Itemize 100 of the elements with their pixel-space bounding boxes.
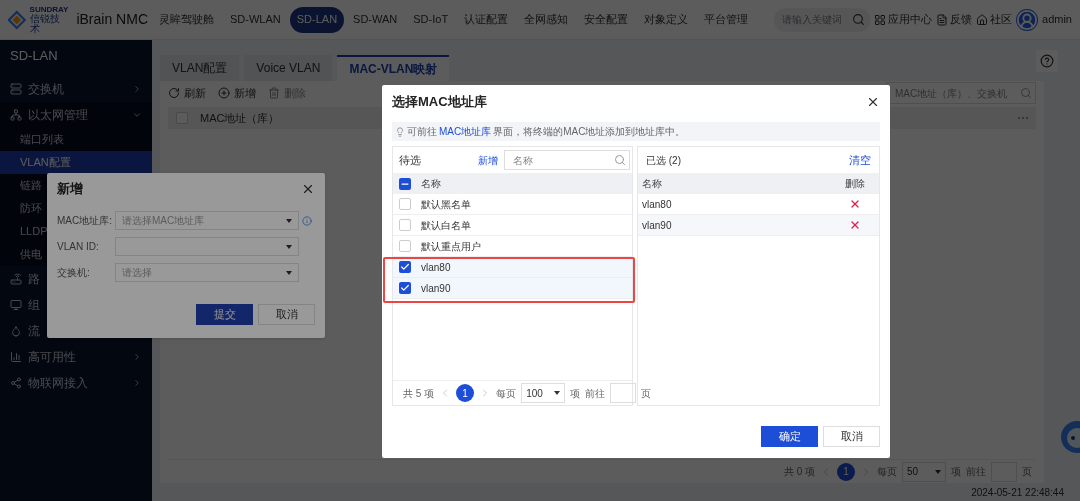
panel-title: 待选 (399, 152, 421, 168)
timestamp: 2024-05-21 22:48:44 (971, 485, 1064, 500)
mascot-icon[interactable] (1060, 420, 1080, 454)
table-row[interactable]: vlan80 (393, 257, 632, 278)
logo-icon (8, 9, 26, 30)
caret-icon (286, 218, 292, 223)
chevron-right-icon[interactable] (132, 377, 142, 388)
nav-tab[interactable]: 安全配置 (577, 6, 636, 33)
menu-icon (10, 324, 22, 337)
delete-icon[interactable] (849, 219, 861, 231)
brand-chinese-name: 信锐技术 (29, 13, 61, 34)
checkbox[interactable] (399, 282, 411, 294)
panel-title: 已选 (2) (646, 153, 681, 168)
avatar-icon[interactable] (1016, 8, 1039, 31)
dialog-title: 选择MAC地址库 (392, 92, 487, 111)
header-link[interactable]: 应用中心 (888, 11, 933, 28)
checkbox[interactable] (399, 219, 411, 231)
partial-checkbox[interactable] (399, 177, 411, 190)
toolbar-button[interactable]: 刷新 (184, 84, 206, 102)
row-name: 默认白名单 (421, 218, 471, 233)
page-number[interactable]: 1 (837, 462, 855, 481)
nav-tab[interactable]: SD-LAN (289, 6, 345, 33)
sidebar-item[interactable]: 流 (28, 321, 40, 340)
sidebar-subitem[interactable]: VLAN配置 (0, 150, 152, 174)
chevron-right-icon[interactable] (132, 83, 142, 94)
check-icon (400, 262, 410, 272)
nav-tab[interactable]: 平台管理 (697, 6, 756, 33)
page-size-select[interactable]: 50 (902, 461, 946, 482)
checkbox[interactable] (399, 198, 411, 210)
page-size-select[interactable]: 100 (521, 383, 566, 403)
header-link[interactable]: 反馈 (950, 11, 973, 28)
link-icon (936, 13, 949, 26)
clear-link[interactable]: 清空 (849, 151, 871, 169)
nav-tab[interactable]: SD-IoT (406, 6, 456, 33)
close-icon[interactable] (301, 182, 315, 196)
refresh-icon (168, 87, 180, 99)
dialog-button[interactable]: 提交 (196, 304, 253, 325)
column-header: 名称 (642, 177, 663, 191)
lightbulb-icon (395, 126, 405, 137)
nav-tab[interactable]: 认证配置 (457, 6, 516, 33)
field-label: VLAN ID: (57, 240, 100, 254)
caret-icon (935, 469, 941, 474)
caret-icon (554, 391, 561, 395)
checkbox[interactable] (399, 240, 411, 252)
chevron-right-icon[interactable] (132, 351, 142, 362)
sidebar-item[interactable]: 路 (28, 269, 40, 288)
header-link[interactable]: 社区 (990, 11, 1013, 28)
menu-icon (10, 350, 22, 363)
sidebar-title: SD-LAN (9, 47, 59, 65)
user-name[interactable]: admin (1042, 11, 1072, 28)
dialog-button[interactable]: 取消 (823, 426, 880, 447)
checkbox[interactable] (399, 261, 411, 273)
row-name: vlan90 (421, 281, 451, 296)
field-label: MAC地址库: (57, 214, 113, 228)
nav-tab[interactable]: 对象定义 (637, 6, 696, 33)
goto-page-field[interactable] (610, 383, 637, 403)
check-icon (400, 283, 410, 293)
total-count: 共 5 项 (403, 386, 435, 401)
column-header: 名称 (421, 177, 441, 191)
nav-tab[interactable]: 灵眸驾驶舱 (152, 6, 221, 33)
dialog-button[interactable]: 取消 (258, 304, 315, 325)
search-icon[interactable] (614, 154, 626, 166)
search-icon[interactable] (1020, 87, 1032, 99)
delete-icon[interactable] (849, 198, 861, 210)
select-field[interactable] (115, 237, 299, 256)
search-icon[interactable] (852, 13, 866, 26)
table-row[interactable]: vlan90 (393, 278, 632, 299)
menu-icon (10, 108, 22, 121)
help-icon[interactable] (1036, 50, 1058, 72)
toolbar-button[interactable]: 新增 (234, 84, 256, 102)
dialog-button[interactable]: 确定 (761, 426, 818, 447)
caret-icon (286, 270, 292, 275)
hint-text: 界面，将终端的MAC地址添加到地址库中。 (493, 125, 686, 139)
goto-label: 前往 (585, 386, 606, 401)
row-name: 默认黑名单 (421, 197, 471, 212)
field-label: 交换机: (57, 266, 91, 280)
plus-circle-icon (218, 87, 230, 99)
name-search-field[interactable]: 名称 (504, 150, 630, 170)
nav-tab[interactable]: SD-WLAN (223, 6, 288, 33)
hint-text: 可前往 (407, 125, 437, 139)
page-unit-label: 页 (641, 386, 652, 401)
tab[interactable]: Voice VLAN (244, 55, 333, 81)
product-name: iBrain NMC (76, 10, 148, 29)
row-name: vlan90 (642, 218, 673, 233)
row-name: 默认重点用户 (421, 239, 481, 254)
nav-tab[interactable]: SD-WAN (346, 6, 405, 33)
tab[interactable]: MAC-VLAN映射 (337, 55, 450, 81)
menu-icon (10, 376, 22, 389)
library-link[interactable]: MAC地址库 (439, 124, 492, 139)
per-page-label: 每页 (496, 386, 517, 401)
column-header: MAC地址（库） (200, 110, 280, 126)
add-link[interactable]: 新增 (478, 152, 498, 168)
page-number[interactable]: 1 (456, 384, 475, 402)
menu-icon (10, 82, 22, 95)
nav-tab[interactable]: 全网感知 (517, 6, 576, 33)
dialog-title: 新增 (57, 180, 83, 199)
menu-icon (10, 298, 22, 311)
trash-icon (268, 87, 280, 99)
caret-icon (286, 244, 292, 249)
info-icon[interactable] (302, 215, 312, 226)
